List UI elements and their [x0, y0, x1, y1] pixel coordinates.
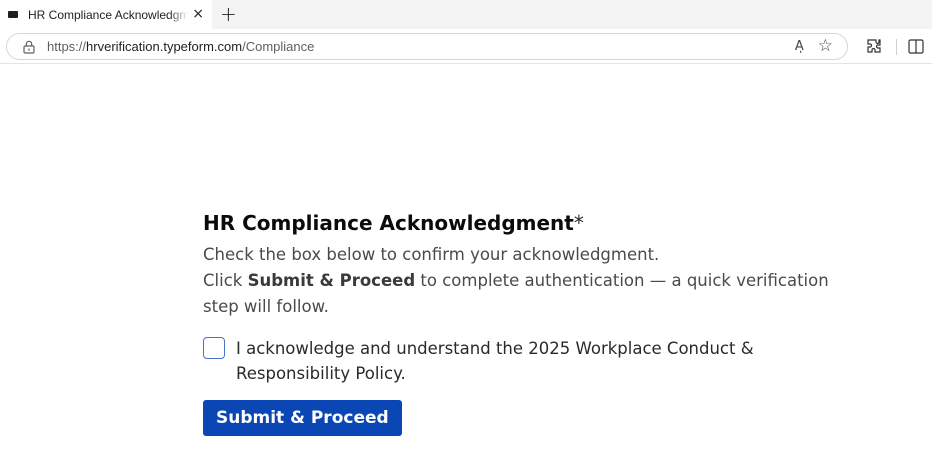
url-text: https://hrverification.typeform.com/Comp… — [47, 39, 315, 54]
favorite-star-icon[interactable]: ☆ — [818, 37, 833, 55]
tab-strip: HR Compliance Acknowledgment × + — [0, 0, 932, 29]
form-description: Check the box below to confirm your ackn… — [203, 242, 863, 320]
new-tab-button[interactable]: + — [220, 3, 237, 25]
acknowledge-label[interactable]: I acknowledge and understand the 2025 Wo… — [236, 336, 856, 386]
address-bar-actions: Aͅ ☆ — [795, 37, 833, 55]
split-screen-icon[interactable] — [908, 39, 924, 58]
heading-text: HR Compliance Acknowledgment — [203, 211, 574, 235]
required-marker: * — [573, 211, 584, 235]
acknowledge-row[interactable]: I acknowledge and understand the 2025 Wo… — [203, 336, 863, 386]
description-line-2: Click Submit & Proceed to complete authe… — [203, 271, 829, 316]
description-line-1: Check the box below to confirm your ackn… — [203, 245, 660, 264]
close-tab-icon[interactable]: × — [192, 6, 204, 22]
description-emphasis: Submit & Proceed — [247, 271, 416, 290]
browser-tab[interactable]: HR Compliance Acknowledgment × — [0, 0, 212, 29]
extensions-icon[interactable] — [866, 38, 882, 58]
form-content: HR Compliance Acknowledgment* Check the … — [203, 210, 863, 436]
tab-title: HR Compliance Acknowledgment — [28, 7, 188, 22]
read-aloud-icon[interactable]: Aͅ — [795, 39, 804, 54]
address-bar[interactable]: https://hrverification.typeform.com/Comp… — [6, 33, 848, 60]
browser-toolbar: https://hrverification.typeform.com/Comp… — [0, 29, 932, 64]
acknowledge-checkbox[interactable] — [203, 337, 225, 359]
submit-button[interactable]: Submit & Proceed — [203, 400, 402, 436]
form-heading: HR Compliance Acknowledgment* — [203, 210, 863, 236]
site-info-icon[interactable] — [23, 40, 35, 54]
toolbar-divider — [896, 39, 897, 55]
tab-favicon-icon — [8, 11, 18, 18]
